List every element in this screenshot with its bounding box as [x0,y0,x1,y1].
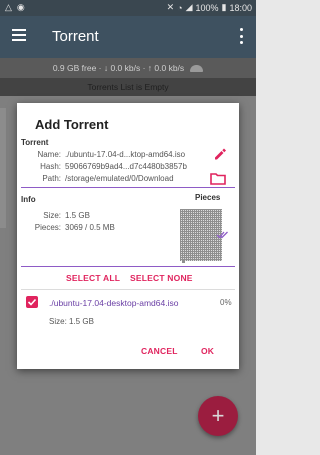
file-size: Size: 1.5 GB [49,317,94,326]
mute-icon: ✕ [166,2,175,12]
turtle-icon[interactable] [190,65,204,73]
app-title: Torrent [52,28,99,45]
edit-icon[interactable] [213,147,227,161]
pieces-value: 3069 / 0.5 MB [65,223,115,232]
info-section-label: Info [21,195,36,204]
checkmark-icon [27,298,37,306]
file-progress: 0% [220,298,232,307]
info-divider [21,266,235,267]
pieces-label: Pieces: [34,223,61,232]
background-card [0,108,6,228]
menu-icon[interactable] [12,29,26,43]
file-checkbox[interactable] [26,296,38,308]
path-label: Path: [42,174,61,183]
select-all-button[interactable]: SELECT ALL [66,273,120,283]
size-label: Size: [43,211,61,220]
path-value[interactable]: /storage/emulated/0/Download [65,174,174,183]
wifi-icon: ◔ [177,2,183,13]
clock: 18:00 [229,2,252,13]
add-torrent-dialog: Add Torrent Torrent Name: ./ubuntu-17.04… [17,103,239,369]
dialog-title: Add Torrent [35,117,109,132]
signal-icon: ◢ [185,2,193,12]
speed-status: 0.9 GB free · ↓ 0.0 kb/s · ↑ 0.0 kb/s [0,58,256,78]
notification-icon: ◉ [16,2,25,12]
battery-level: 100% [195,2,219,13]
hash-label: Hash: [40,162,61,171]
hash-value: 59066769b9ad4...d7c4480b3857b [65,162,187,171]
folder-icon[interactable] [210,172,226,185]
more-options-icon[interactable] [240,28,244,44]
name-value: ./ubuntu-17.04-d...ktop-amd64.iso [65,150,186,159]
app-bar: Torrent [0,16,256,58]
name-label: Name: [37,150,61,159]
path-divider [21,187,235,188]
torrent-section-label: Torrent [21,138,49,147]
add-torrent-fab[interactable]: + [198,396,238,436]
file-name[interactable]: ./ubuntu-17.04-desktop-amd64.iso [49,298,178,308]
files-divider [21,289,235,290]
select-none-button[interactable]: SELECT NONE [130,273,193,283]
speed-text: 0.9 GB free · ↓ 0.0 kb/s · ↑ 0.0 kb/s [52,63,185,73]
double-check-icon [216,231,228,239]
upload-icon: △ [5,2,12,12]
battery-icon: ▮ [221,2,227,12]
plus-icon: + [211,403,225,428]
status-bar: △ ◉ ✕ ◔ ◢ 100% ▮ 18:00 [0,0,256,16]
pieces-heading: Pieces [195,193,221,202]
cancel-button[interactable]: CANCEL [141,346,178,356]
size-value: 1.5 GB [65,211,90,220]
pieces-map-remainder [182,260,185,263]
ok-button[interactable]: OK [201,346,214,356]
